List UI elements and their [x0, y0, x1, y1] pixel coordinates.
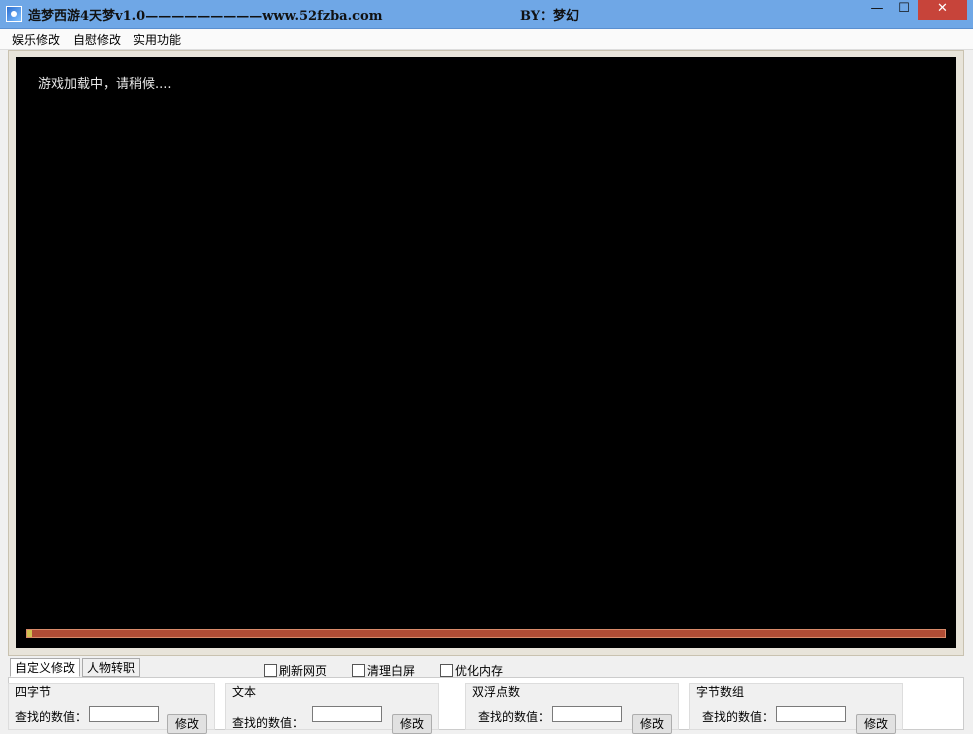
menu-bar: 娱乐修改 自慰修改 实用功能: [0, 29, 973, 50]
minimize-button[interactable]: —: [864, 0, 890, 20]
group-four-byte: 四字节 查找的数值： 修改: [8, 683, 215, 734]
modify-button[interactable]: 修改: [632, 714, 672, 734]
group-byte-array: 字节数组 查找的数值： 修改: [689, 683, 903, 734]
control-panel: 自定义修改 人物转职 刷新网页 清理白屏 优化内存 四字节 查找的数值： 修改 …: [0, 656, 973, 734]
window-author: BY：梦幻: [520, 9, 580, 24]
loading-progress-fill: [27, 630, 32, 637]
search-value-label: 查找的数值：: [15, 710, 88, 724]
loading-progress-bar: [26, 629, 946, 638]
search-value-label: 查找的数值：: [478, 710, 551, 724]
group-title: 字节数组: [696, 685, 745, 699]
search-value-input[interactable]: [89, 706, 159, 722]
checkbox[interactable]: [352, 664, 365, 677]
game-screen[interactable]: 游戏加载中，请稍候....: [16, 57, 956, 648]
group-title: 四字节: [15, 685, 52, 699]
maximize-button[interactable]: ☐: [890, 0, 918, 20]
modify-button[interactable]: 修改: [167, 714, 207, 734]
menu-self-mod[interactable]: 自慰修改: [73, 31, 121, 48]
tab-custom-mod[interactable]: 自定义修改: [10, 658, 81, 677]
menu-entertainment[interactable]: 娱乐修改: [12, 31, 60, 48]
group-text: 文本 查找的数值： 修改: [225, 683, 439, 734]
search-value-input[interactable]: [776, 706, 846, 722]
modify-button[interactable]: 修改: [392, 714, 432, 734]
search-value-input[interactable]: [312, 706, 382, 722]
group-title: 双浮点数: [472, 685, 521, 699]
search-value-label: 查找的数值：: [702, 710, 775, 724]
group-title: 文本: [232, 685, 257, 699]
loading-text: 游戏加载中，请稍候....: [38, 77, 172, 92]
search-value-label: 查找的数值：: [232, 716, 305, 730]
modify-button[interactable]: 修改: [856, 714, 896, 734]
group-double-float: 双浮点数 查找的数值： 修改: [465, 683, 679, 734]
window-title: 造梦西游4天梦v1.0—————————www.52fzba.com: [28, 9, 383, 24]
checkbox[interactable]: [440, 664, 453, 677]
close-button[interactable]: ✕: [918, 0, 967, 20]
search-value-input[interactable]: [552, 706, 622, 722]
checkbox[interactable]: [264, 664, 277, 677]
tab-class-change[interactable]: 人物转职: [82, 658, 141, 677]
app-icon: [6, 6, 22, 22]
title-bar: 造梦西游4天梦v1.0—————————www.52fzba.com BY：梦幻…: [0, 0, 973, 29]
menu-utilities[interactable]: 实用功能: [133, 31, 181, 48]
